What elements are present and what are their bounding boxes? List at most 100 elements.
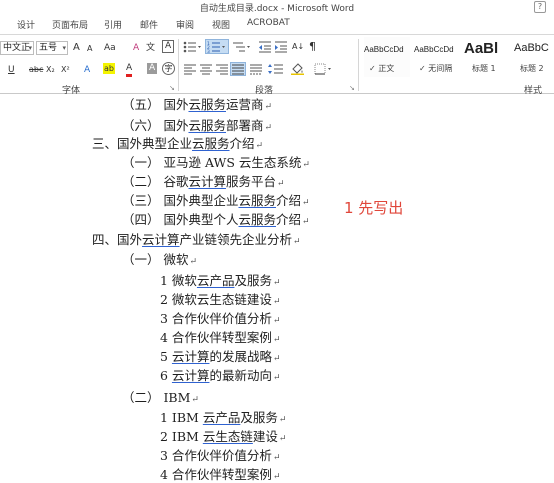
justify-button[interactable] [230, 62, 246, 76]
tab-references[interactable]: 引用 [104, 18, 122, 31]
document-line[interactable]: （二） 谷歌云计算服务平台↵ [122, 174, 285, 192]
paragraph-mark-icon: ↵ [293, 237, 301, 247]
subscript-button[interactable]: X₂ [46, 63, 55, 77]
document-line[interactable]: （四） 国外典型个人云服务介绍↵ [122, 212, 310, 230]
document-line[interactable]: （三） 国外典型企业云服务介绍↵ [122, 193, 310, 211]
superscript-button[interactable]: X² [61, 63, 70, 77]
paragraph-mark-icon: ↵ [302, 217, 310, 227]
check-icon: ✓ [369, 64, 376, 73]
tab-mailings[interactable]: 邮件 [140, 18, 158, 31]
line-spacing-button[interactable] [267, 63, 287, 75]
paragraph-mark-icon: ↵ [272, 335, 281, 345]
sort-button[interactable]: A↓ [292, 40, 304, 54]
decrease-indent-button[interactable] [258, 40, 272, 54]
line-text: 运营商 [226, 97, 264, 112]
line-text: 2 IBM [160, 429, 203, 444]
tab-acrobat[interactable]: ACROBAT [247, 18, 290, 28]
borders-button[interactable] [314, 63, 334, 75]
proofing-underlined-text: 云服务 [238, 193, 276, 208]
char-shading-button[interactable]: A [147, 63, 158, 74]
style-heading-2[interactable]: AaBbC 标题 2 [514, 37, 554, 77]
line-text: 介绍 [276, 193, 302, 208]
font-color-button[interactable]: A [126, 63, 133, 77]
tab-review[interactable]: 审阅 [176, 18, 194, 31]
multilevel-list-button[interactable] [231, 40, 253, 54]
document-line[interactable]: 4 合作伙伴转型案例↵ [160, 330, 280, 348]
shading-button[interactable] [290, 63, 310, 76]
document-line[interactable]: 2 微软云生态链建设↵ [160, 292, 280, 310]
document-line[interactable]: 3 合作伙伴价值分析↵ [160, 311, 280, 329]
document-line[interactable]: （一） 亚马逊 AWS 云生态系统↵ [122, 155, 310, 173]
proofing-underlined-text: 云产品 [196, 273, 235, 288]
outdent-icon [259, 41, 271, 53]
svg-text:3: 3 [207, 49, 210, 54]
bullets-button[interactable] [182, 40, 204, 54]
document-line[interactable]: 四、国外云计算产业链领先企业分析↵ [92, 232, 301, 250]
font-size-select[interactable]: 五号 ▾ [36, 41, 68, 55]
shrink-font-button[interactable]: A [87, 42, 92, 56]
text-effects-button[interactable]: A [84, 63, 90, 77]
line-text: 部署商 [226, 118, 264, 133]
tab-view[interactable]: 视图 [212, 18, 230, 31]
document-line[interactable]: 3 合作伙伴价值分析↵ [160, 448, 280, 466]
tab-page-layout[interactable]: 页面布局 [52, 18, 88, 31]
phonetic-guide-button[interactable]: 文 [146, 41, 155, 55]
line-text: （一） 亚马逊 AWS 云生态系统 [122, 155, 302, 170]
line-text: 2 微软云生态链建设 [160, 292, 272, 307]
style-normal[interactable]: AaBbCcDd ✓ 正文 [364, 37, 410, 77]
numbering-button[interactable]: 123 [205, 39, 229, 55]
document-line[interactable]: 5 云计算的发展战略↵ [160, 349, 281, 367]
document-line[interactable]: 4 合作伙伴转型案例↵ [160, 467, 280, 483]
paragraph-mark-icon: ↵ [264, 102, 273, 112]
document-line[interactable]: 1 IBM 云产品及服务↵ [160, 410, 286, 428]
line-text: （一） 微软 [122, 252, 189, 267]
paragraph-dialog-launcher-icon[interactable]: ↘ [349, 84, 355, 92]
document-line[interactable]: （二） IBM↵ [122, 390, 199, 408]
line-text: 介绍 [229, 136, 255, 151]
underline-button[interactable]: U [8, 63, 15, 77]
numbered-list-icon: 123 [207, 41, 225, 55]
document-line[interactable]: 6 云计算的最新动向↵ [160, 368, 281, 386]
paragraph-mark-icon: ↵ [272, 373, 281, 383]
document-line[interactable]: 三、国外典型企业云服务介绍↵ [92, 136, 263, 154]
paragraph-mark-icon: ↵ [264, 123, 273, 133]
document-page[interactable]: （五） 国外云服务运营商↵ （六） 国外云服务部署商↵ 三、国外典型企业云服务介绍↵… [0, 95, 554, 483]
help-button[interactable]: ? [534, 1, 546, 13]
paragraph-mark-icon: ↵ [277, 179, 285, 189]
grow-font-button[interactable]: A [73, 41, 80, 55]
increase-indent-button[interactable] [274, 40, 288, 54]
align-right-button[interactable] [215, 63, 229, 75]
line-text: 建设 [252, 429, 278, 444]
proofing-underlined-text: 云计算 [171, 349, 210, 364]
paragraph-mark-icon: ↵ [255, 141, 264, 151]
align-left-button[interactable] [183, 63, 197, 75]
clear-format-button[interactable]: A [133, 41, 139, 55]
distributed-button[interactable] [249, 63, 263, 75]
highlight-button[interactable]: ab [103, 63, 115, 74]
style-no-spacing[interactable]: AaBbCcDd ✓ 无间隔 [414, 37, 462, 77]
font-dialog-launcher-icon[interactable]: ↘ [169, 84, 175, 92]
line-text: 1 微软 [160, 273, 197, 288]
show-marks-button[interactable]: ¶ [309, 40, 316, 54]
proofing-underlined-text: 云生态链 [202, 429, 253, 444]
document-line[interactable]: （一） 微软↵ [122, 252, 197, 270]
align-left-icon [184, 64, 196, 75]
document-line[interactable]: 2 IBM 云生态链建设↵ [160, 429, 286, 447]
line-text: 3 合作伙伴价值分析 [160, 448, 272, 463]
document-line[interactable]: （五） 国外云服务运营商↵ [122, 97, 272, 115]
strikethrough-button[interactable]: abc [29, 63, 43, 77]
chevron-down-icon: ▾ [28, 44, 32, 52]
align-center-button[interactable] [199, 63, 213, 75]
document-line[interactable]: （六） 国外云服务部署商↵ [122, 118, 272, 136]
tab-design[interactable]: 设计 [17, 18, 35, 31]
font-name-select[interactable]: 中文正 ▾ [0, 41, 34, 55]
enclose-chars-button[interactable]: 字 [162, 62, 175, 75]
char-border-button[interactable]: A [162, 40, 175, 53]
proofing-underlined-text: 云服务 [238, 212, 276, 227]
proofing-underlined-text: 云计算 [142, 232, 180, 247]
change-case-button[interactable]: Aa [104, 41, 116, 55]
title-bar: 自动生成目录.docx - Microsoft Word ? [0, 0, 554, 16]
style-heading-1[interactable]: AaBl 标题 1 [464, 37, 512, 77]
document-line[interactable]: 1 微软云产品及服务↵ [160, 273, 281, 291]
line-text: 介绍 [276, 212, 302, 227]
